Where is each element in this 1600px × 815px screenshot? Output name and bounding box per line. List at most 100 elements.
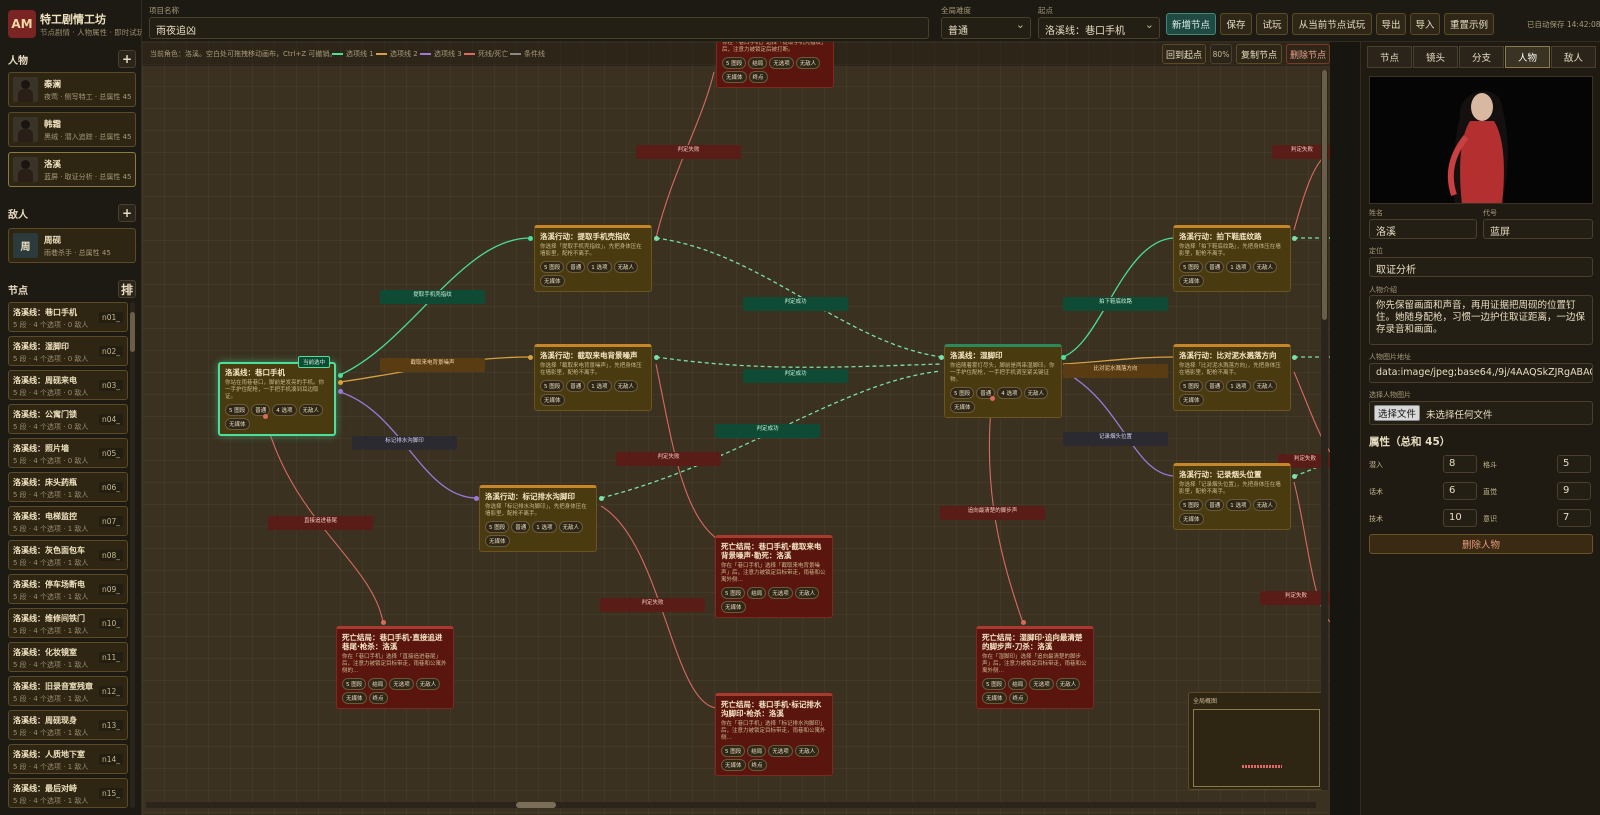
story-canvas[interactable]: 当前角色：洛溪。空白处可拖拽移动画布，Ctrl+Z 可撤销。 选项线 1 选项线… [142, 42, 1330, 815]
tab-branch[interactable]: 分支 [1459, 46, 1504, 68]
node-port-in[interactable] [528, 236, 533, 241]
edge-label-fail-3[interactable]: 判定失败 [600, 598, 705, 612]
node-port-out[interactable] [654, 355, 659, 360]
attr-combat-input[interactable]: 5 [1557, 455, 1591, 473]
tab-camera[interactable]: 镜头 [1413, 46, 1458, 68]
minimap-viewport[interactable] [1193, 709, 1320, 787]
attr-tech-input[interactable]: 10 [1443, 509, 1477, 527]
character-card-hanshuang[interactable]: 韩霜 黑绒 · 潜入追踪 · 总属性 45 [8, 112, 136, 147]
attr-stealth-input[interactable]: 8 [1443, 455, 1477, 473]
node-port-in[interactable] [474, 496, 479, 501]
node-port-out[interactable] [1292, 355, 1297, 360]
scrollbar-thumb[interactable] [1322, 70, 1327, 320]
story-node-a2[interactable]: 洛溪行动：截取来电背景噪声 你选择「截取来电背景噪声」，先把身体压在墙影里，配枪… [534, 344, 652, 411]
node-port-out[interactable] [338, 373, 343, 378]
tab-character[interactable]: 人物 [1505, 46, 1550, 68]
story-node-start[interactable]: 当前选中 洛溪线：巷口手机 你站在雨巷巷口，脚前是发亮的手机。你一手护住配枪，一… [218, 356, 336, 436]
add-enemy-button[interactable]: + [118, 204, 136, 222]
node-list-item[interactable]: 洛溪线：周砚现身 5 段 · 4 个选项 · 1 敌人 n13_ [8, 710, 128, 740]
name-input[interactable]: 洛溪 [1369, 219, 1477, 239]
node-list-item[interactable]: 洛溪线：人质地下室 5 段 · 4 个选项 · 1 敌人 n14_ [8, 744, 128, 774]
node-port-in[interactable] [381, 620, 386, 625]
project-name-input[interactable]: 雨夜追凶 [149, 17, 929, 39]
node-port-in[interactable] [939, 355, 944, 360]
role-input[interactable]: 取证分析 [1369, 257, 1593, 277]
playtest-from-node-button[interactable]: 从当前节点试玩 [1292, 13, 1372, 35]
choose-file-button[interactable]: 选择文件 [1374, 405, 1420, 421]
export-button[interactable]: 导出 [1376, 13, 1406, 35]
edge-label-success-3[interactable]: 判定成功 [715, 424, 820, 438]
add-node-button[interactable]: 新增节点 [1166, 13, 1216, 35]
scrollbar-thumb[interactable] [516, 802, 556, 808]
difficulty-select[interactable]: 普通 [941, 17, 1031, 39]
node-port-in[interactable] [1021, 620, 1026, 625]
edge-label-fail-6[interactable]: 判定失败 [1260, 591, 1330, 605]
attr-intuition-input[interactable]: 9 [1557, 482, 1591, 500]
character-card-luoxi[interactable]: 洛溪 蓝屏 · 取证分析 · 总属性 45 [8, 152, 136, 187]
node-port-out[interactable] [990, 396, 995, 401]
edge-mid-r3[interactable] [1062, 370, 1174, 477]
character-card-qinlan[interactable]: 秦澜 夜莺 · 侧写特工 · 总属性 45 [8, 72, 136, 107]
story-node-r2[interactable]: 洛溪行动：比对泥水溅落方向 你选择「比对泥水溅落方向」，先把身体压在墙影里，配枪… [1173, 344, 1291, 411]
node-list-item[interactable]: 洛溪线：灰色面包车 5 段 · 4 个选项 · 1 敌人 n08_ [8, 540, 128, 570]
edge-label-shoe[interactable]: 拍下鞋底纹路 [1063, 297, 1168, 311]
node-port-out[interactable] [338, 380, 343, 385]
intro-textarea[interactable]: 你先保留画面和声音，再用证据把周砚的位置钉住。她随身配枪，习惯一边护住取证距离，… [1369, 295, 1593, 345]
canvas-vertical-scrollbar[interactable] [1321, 70, 1328, 790]
tab-node[interactable]: 节点 [1367, 46, 1412, 68]
story-node-death-1[interactable]: 死亡结局：巷口手机·直接追进巷尾·枪杀：洛溪 你在「巷口手机」选择「直接追进巷尾… [336, 626, 454, 709]
node-list-item[interactable]: 洛溪线：湿脚印 5 段 · 4 个选项 · 0 敌人 n02_ [8, 336, 128, 366]
story-node-a3[interactable]: 洛溪行动：标记排水沟脚印 你选择「标记排水沟脚印」，先把身体压在墙影里，配枪不离… [479, 485, 597, 552]
node-port-out[interactable] [1292, 474, 1297, 479]
playtest-button[interactable]: 试玩 [1256, 13, 1288, 35]
node-list-item[interactable]: 洛溪线：照片墙 5 段 · 4 个选项 · 0 敌人 n05_ [8, 438, 128, 468]
enemy-card-zhouyan[interactable]: 周 周砚 雨巷杀手 · 总属性 45 [8, 228, 136, 263]
canvas-horizontal-scrollbar[interactable] [146, 802, 1316, 808]
edge-label-success-2[interactable]: 判定成功 [743, 369, 848, 383]
edge-a2-d2[interactable] [655, 363, 717, 539]
node-list-item[interactable]: 洛溪线：旧录音室残章 5 段 · 4 个选项 · 1 敌人 n12_ [8, 676, 128, 706]
edge-label-fail-2[interactable]: 判定失败 [616, 452, 721, 466]
edge-label-fail-1[interactable]: 判定失败 [636, 145, 741, 159]
node-list-item[interactable]: 洛溪线：周砚来电 5 段 · 4 个选项 · 0 敌人 n03_ [8, 370, 128, 400]
edge-a2-mid[interactable] [655, 356, 942, 368]
image-file-picker[interactable]: 选择文件 未选择任何文件 [1369, 401, 1593, 425]
node-list-item[interactable]: 洛溪线：床头药瓶 5 段 · 4 个选项 · 1 敌人 n06_ [8, 472, 128, 502]
node-port-out[interactable] [263, 414, 268, 419]
sort-nodes-button[interactable]: 排 [118, 280, 136, 298]
image-url-input[interactable]: data:image/jpeg;base64,/9j/4AAQSkZJRgABA… [1369, 363, 1593, 383]
node-list-item[interactable]: 洛溪线：化妆镜室 5 段 · 4 个选项 · 1 敌人 n11_ [8, 642, 128, 672]
story-node-death-2[interactable]: 死亡结局：巷口手机·截取来电背景噪声·勒死：洛溪 你在「巷口手机」选择「截取来电… [715, 535, 833, 618]
node-port-out[interactable] [1061, 355, 1066, 360]
node-port-out[interactable] [599, 496, 604, 501]
edge-label-noise[interactable]: 截取来电背景噪声 [380, 358, 485, 372]
story-node-top[interactable]: 你在「巷口手机」选择「提取手机壳指纹」后，注意力被锁定后被打断。 5 图段 结局无… [716, 42, 834, 88]
node-list-item[interactable]: 洛溪线：巷口手机 5 段 · 4 个选项 · 0 敌人 n01_ [8, 302, 128, 332]
story-node-death-3[interactable]: 死亡结局：巷口手机·标记排水沟脚印·枪杀：洛溪 你在「巷口手机」选择「标记排水沟… [715, 693, 833, 776]
minimap[interactable]: 全局概图 [1188, 692, 1324, 790]
node-list-item[interactable]: 洛溪线：最后对峙 5 段 · 4 个选项 · 1 敌人 n15_ [8, 778, 128, 808]
scrollbar-thumb[interactable] [130, 312, 135, 352]
import-button[interactable]: 导入 [1410, 13, 1440, 35]
node-list-scrollbar[interactable] [130, 302, 135, 808]
edge-label-cigarette[interactable]: 记录烟头位置 [1063, 432, 1168, 446]
attr-speech-input[interactable]: 6 [1443, 482, 1477, 500]
node-list-item[interactable]: 洛溪线：电梯监控 5 段 · 4 个选项 · 1 敌人 n07_ [8, 506, 128, 536]
edge-label-splash[interactable]: 比对泥水溅落方向 [1063, 364, 1168, 378]
edge-label-success-1[interactable]: 判定成功 [743, 297, 848, 311]
node-list-item[interactable]: 洛溪线：停车场断电 5 段 · 4 个选项 · 1 敌人 n09_ [8, 574, 128, 604]
story-node-a1[interactable]: 洛溪行动：提取手机壳指纹 你选择「提取手机壳指纹」，先把身体压在墙影里，配枪不离… [534, 225, 652, 292]
node-list-item[interactable]: 洛溪线：公寓门锁 5 段 · 4 个选项 · 0 敌人 n04_ [8, 404, 128, 434]
node-port-in[interactable] [528, 355, 533, 360]
node-port-out[interactable] [1292, 236, 1297, 241]
story-node-death-4[interactable]: 死亡结局：湿脚印·追向最清楚的脚步声·刀杀：洛溪 你在「湿脚印」选择「追向最清楚… [976, 626, 1094, 709]
node-port-out[interactable] [654, 236, 659, 241]
edge-label-footsteps[interactable]: 追向最清楚的脚步声 [940, 506, 1045, 520]
reset-example-button[interactable]: 重置示例 [1444, 13, 1494, 35]
node-list-item[interactable]: 洛溪线：维修间铁门 5 段 · 4 个选项 · 1 敌人 n10_ [8, 608, 128, 638]
code-input[interactable]: 蓝屏 [1483, 219, 1593, 239]
story-node-r3[interactable]: 洛溪行动：记录烟头位置 你选择「记录烟头位置」，先把身体压在墙影里，配枪不离手。… [1173, 463, 1291, 530]
story-node-mid[interactable]: 洛溪线：湿脚印 你追随着雾灯尽头，脚前是两串湿脚印。你一手护住配枪，一手把手机调… [944, 344, 1062, 418]
story-node-r1[interactable]: 洛溪行动：拍下鞋底纹路 你选择「拍下鞋底纹路」，先把身体压在墙影里，配枪不离手。… [1173, 225, 1291, 292]
node-port-out[interactable] [338, 389, 343, 394]
